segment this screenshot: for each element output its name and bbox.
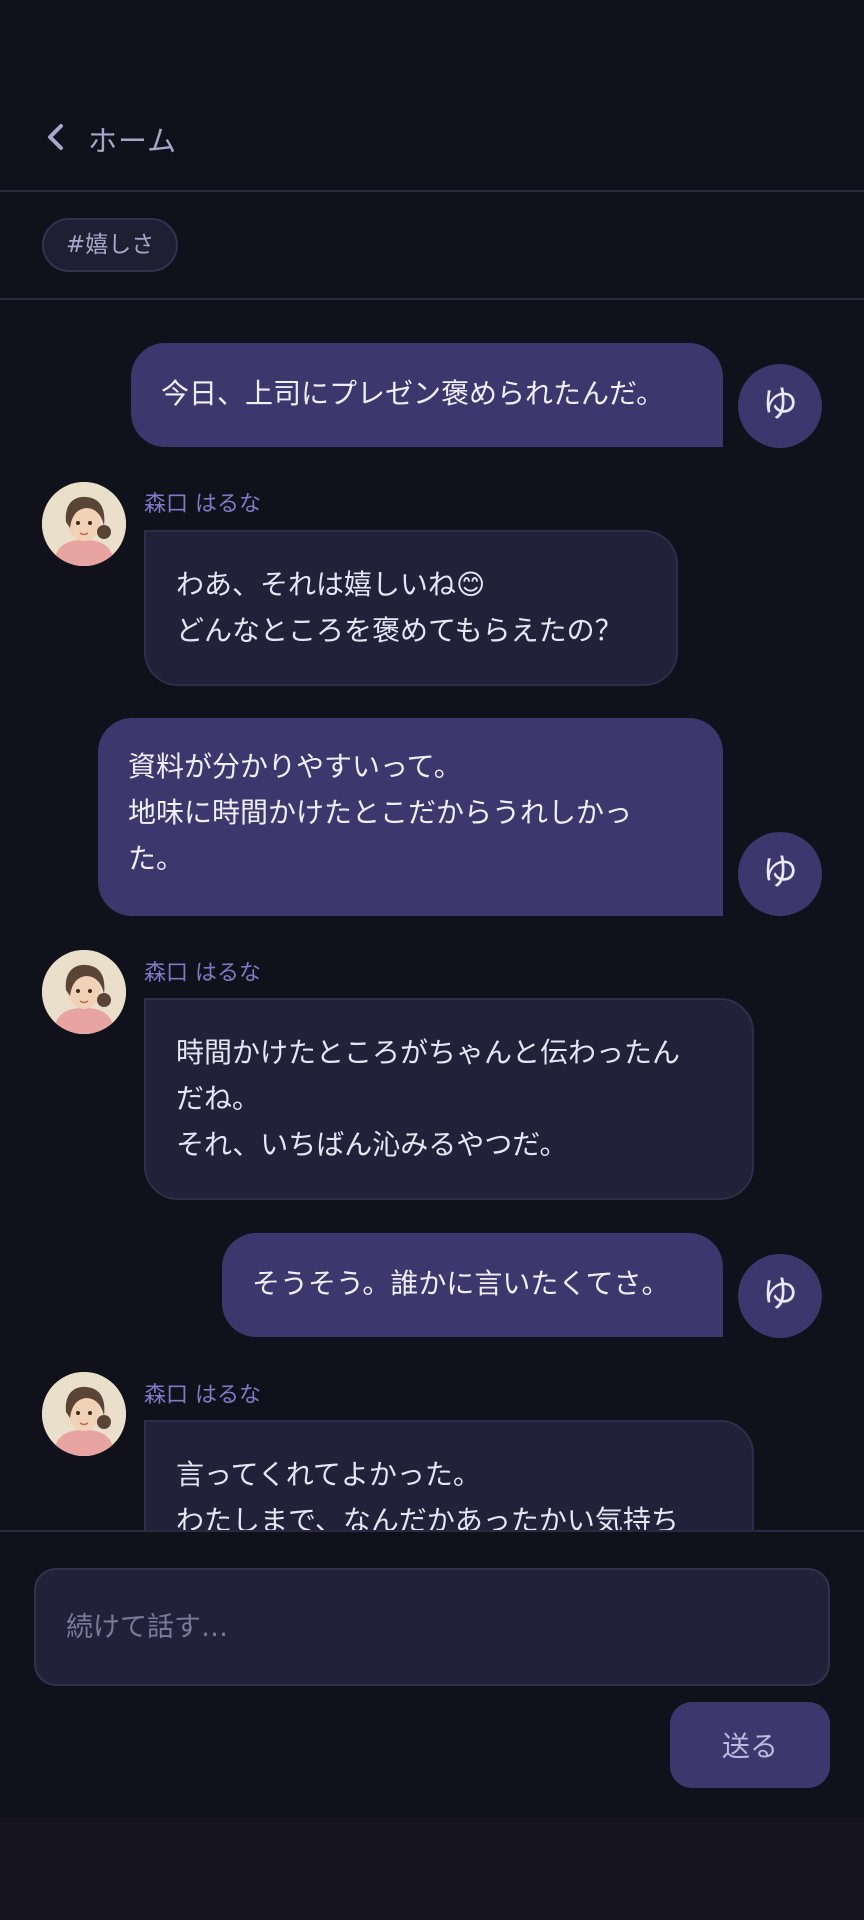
- header: ホーム: [0, 0, 864, 192]
- tag-bar: #嬉しさ: [0, 192, 864, 300]
- message-line: 資料が分かりやすいって。: [128, 750, 462, 783]
- chat-screen: ホーム #嬉しさ 今日、上司にプレゼン褒められたんだ。 ゆ 森口 はるな わあ、…: [0, 0, 864, 1920]
- back-label: ホーム: [88, 124, 178, 158]
- partner-avatar: [42, 1372, 126, 1456]
- message-line: た。: [128, 842, 185, 875]
- message-input[interactable]: [34, 1568, 830, 1686]
- composer: 送る: [0, 1530, 864, 1818]
- partner-name: 森口 はるな: [144, 961, 261, 986]
- user-avatar: ゆ: [738, 1254, 822, 1338]
- message-line: どんなところを褒めてもらえたの？: [176, 614, 623, 647]
- message-line: 今日、上司にプレゼン褒められたんだ。: [161, 377, 665, 410]
- message-line: そうそう。誰かに言いたくてさ。: [252, 1267, 670, 1300]
- partner-message-bubble: 言ってくれてよかった。 わたしまで、なんだかあったかい気持ち: [144, 1420, 754, 1530]
- partner-message-bubble: 時間かけたところがちゃんと伝わったん だね。 それ、いちばん沁みるやつだ。: [144, 998, 754, 1200]
- message-line: 言ってくれてよかった。: [176, 1458, 481, 1491]
- message-line: 時間かけたところがちゃんと伝わったん: [176, 1036, 681, 1069]
- message-line: だね。: [176, 1082, 261, 1115]
- user-message-bubble: 資料が分かりやすいって。 地味に時間かけたとこだからうれしかっ た。: [98, 718, 723, 916]
- message-line: 地味に時間かけたとこだからうれしかっ: [128, 796, 633, 829]
- partner-message-bubble: わあ、それは嬉しいね😊 どんなところを褒めてもらえたの？: [144, 530, 678, 686]
- partner-avatar: [42, 482, 126, 566]
- partner-avatar: [42, 950, 126, 1034]
- user-avatar: ゆ: [738, 832, 822, 916]
- send-button[interactable]: 送る: [670, 1702, 830, 1788]
- message-line: それ、いちばん沁みるやつだ。: [176, 1128, 568, 1161]
- partner-name: 森口 はるな: [144, 492, 261, 517]
- chevron-left-icon: [42, 122, 70, 156]
- user-message-bubble: 今日、上司にプレゼン褒められたんだ。: [131, 343, 723, 447]
- system-nav-bar: [0, 1818, 864, 1920]
- back-button[interactable]: ホーム: [42, 118, 177, 160]
- message-line: わたしまで、なんだかあったかい気持ち: [176, 1504, 679, 1530]
- partner-name: 森口 はるな: [144, 1383, 261, 1408]
- message-line: わあ、それは嬉しいね😊: [176, 568, 486, 601]
- user-message-bubble: そうそう。誰かに言いたくてさ。: [222, 1233, 723, 1337]
- emotion-tag[interactable]: #嬉しさ: [42, 218, 179, 272]
- user-avatar: ゆ: [738, 364, 822, 448]
- message-list[interactable]: 今日、上司にプレゼン褒められたんだ。 ゆ 森口 はるな わあ、それは嬉しいね😊 …: [0, 300, 864, 1530]
